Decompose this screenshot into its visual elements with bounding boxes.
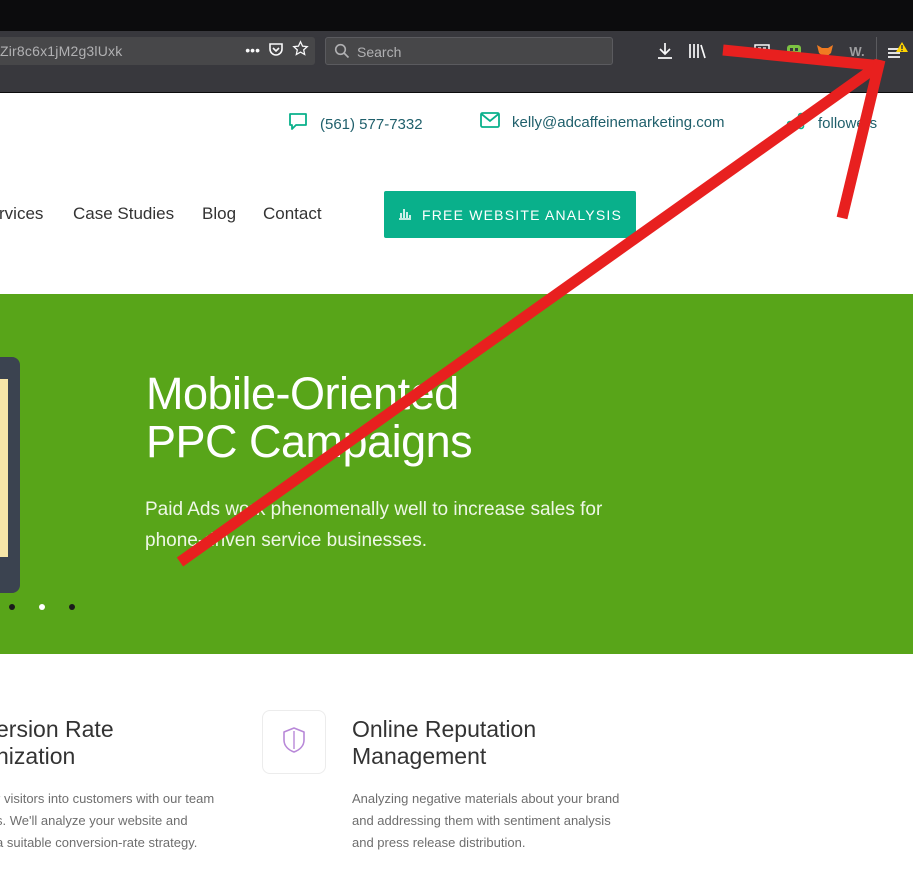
- extension-ghost-icon[interactable]: [784, 41, 804, 61]
- hamburger-menu-icon[interactable]: [886, 41, 910, 61]
- extension-fox-icon[interactable]: [815, 41, 835, 61]
- service-desc-line: Analyzing negative materials about your …: [352, 791, 620, 806]
- service-desc-line: and press release distribution.: [352, 835, 526, 850]
- download-icon[interactable]: [655, 41, 675, 61]
- search-placeholder: Search: [357, 44, 402, 60]
- slider-dot[interactable]: [69, 604, 75, 610]
- hero-desc-line-2: phone-driven service businesses.: [145, 530, 427, 551]
- reputation-icon-box: [262, 710, 326, 774]
- chat-icon: [288, 112, 308, 136]
- library-icon[interactable]: [687, 41, 709, 61]
- phone-illustration: [0, 357, 20, 593]
- url-text: Zir8c6x1jM2g3lUxk: [0, 43, 123, 59]
- service-desc-line: s. We'll analyze your website and: [0, 813, 188, 828]
- cta-label: FREE WEBSITE ANALYSIS: [422, 206, 622, 223]
- contact-bar: (561) 577-7332 kelly@adcaffeinemarketing…: [0, 94, 913, 154]
- mail-icon: [480, 112, 500, 132]
- hero-description: Paid Ads work phenomenally well to incre…: [145, 494, 645, 556]
- hero-title: Mobile-Oriented PPC Campaigns: [146, 368, 473, 467]
- phone-number: (561) 577-7332: [320, 115, 423, 133]
- nav-item-services[interactable]: rvices: [0, 204, 43, 224]
- slider-dot[interactable]: [9, 604, 15, 610]
- service-title-reputation: Online Reputation Management: [352, 716, 536, 770]
- toolbar-separator: [876, 37, 877, 65]
- share-icon: [786, 112, 806, 134]
- service-desc-line: and addressing them with sentiment analy…: [352, 813, 611, 828]
- page-actions-icon[interactable]: •••: [245, 42, 260, 58]
- slider-dot-active[interactable]: [39, 604, 45, 610]
- phone-screen: [0, 379, 8, 557]
- reader-view-icon[interactable]: [752, 41, 772, 61]
- browser-toolbar: Zir8c6x1jM2g3lUxk ••• Search W.: [0, 31, 913, 93]
- hero-title-line-1: Mobile-Oriented: [146, 368, 459, 419]
- free-website-analysis-button[interactable]: FREE WEBSITE ANALYSIS: [384, 191, 636, 238]
- search-icon: [334, 43, 350, 64]
- search-bar[interactable]: Search: [325, 37, 613, 65]
- nav-item-blog[interactable]: Blog: [202, 204, 236, 224]
- pocket-icon[interactable]: [268, 41, 284, 60]
- service-title-line: nization: [0, 743, 76, 769]
- hero-banner: Mobile-Oriented PPC Campaigns Paid Ads w…: [0, 294, 913, 654]
- service-title-line: Online Reputation: [352, 716, 537, 742]
- bookmark-star-icon[interactable]: [292, 40, 309, 60]
- followers-label: followers: [818, 114, 878, 132]
- contact-email[interactable]: kelly@adcaffeinemarketing.com: [480, 112, 725, 132]
- shield-icon: [282, 726, 306, 759]
- nav-item-case-studies[interactable]: Case Studies: [73, 204, 174, 224]
- service-desc-conversion: r visitors into customers with our team …: [0, 788, 214, 854]
- hero-desc-line-1: Paid Ads work phenomenally well to incre…: [145, 499, 603, 520]
- service-desc-line: a suitable conversion-rate strategy.: [0, 835, 198, 850]
- browser-titlebar: [0, 0, 913, 31]
- nav-item-contact[interactable]: Contact: [263, 204, 322, 224]
- service-title-conversion: ersion Rate nization: [0, 716, 114, 770]
- service-desc-reputation: Analyzing negative materials about your …: [352, 788, 619, 854]
- extension-w-icon[interactable]: W.: [846, 41, 868, 61]
- hero-title-line-2: PPC Campaigns: [146, 416, 473, 467]
- address-bar[interactable]: Zir8c6x1jM2g3lUxk •••: [0, 37, 315, 65]
- slider-dots: [9, 604, 75, 610]
- contact-phone[interactable]: (561) 577-7332: [288, 112, 423, 136]
- service-desc-line: r visitors into customers with our team: [0, 791, 215, 806]
- sync-icon[interactable]: [720, 41, 740, 61]
- contact-followers[interactable]: followers: [786, 112, 877, 134]
- service-title-line: ersion Rate: [0, 716, 114, 742]
- bar-chart-icon: [398, 206, 412, 223]
- service-title-line: Management: [352, 743, 487, 769]
- email-address: kelly@adcaffeinemarketing.com: [512, 113, 725, 131]
